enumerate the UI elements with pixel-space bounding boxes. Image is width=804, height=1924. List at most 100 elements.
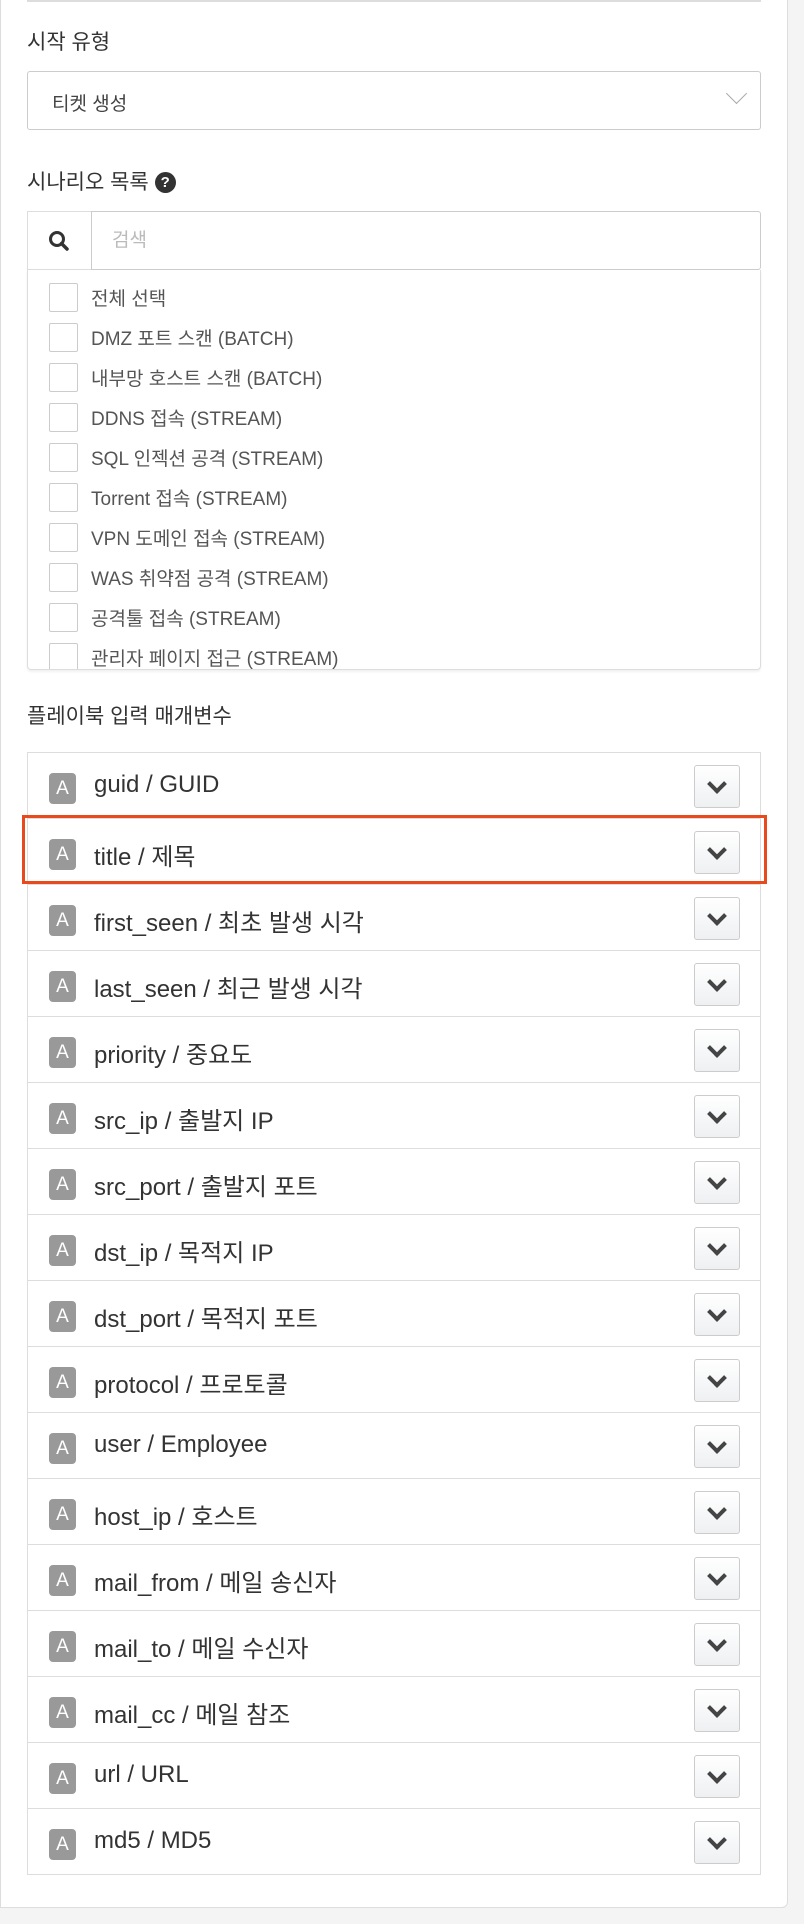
scenario-item-label: SQL 인젝션 공격 (STREAM) (91, 448, 324, 470)
param-row: Amail_from / 메일 송신자 (28, 1545, 760, 1611)
chevron-down-icon (707, 1500, 727, 1520)
expand-button[interactable] (694, 1755, 740, 1798)
param-row: Adst_ip / 목적지 IP (28, 1215, 760, 1281)
divider (27, 0, 761, 2)
type-badge: A (49, 1433, 76, 1464)
type-badge: A (49, 1301, 76, 1332)
expand-button[interactable] (694, 1557, 740, 1600)
search-input[interactable] (91, 211, 761, 270)
expand-button[interactable] (694, 1689, 740, 1732)
type-badge: A (49, 1631, 76, 1662)
chevron-down-icon (725, 82, 748, 105)
chevron-down-icon (707, 1236, 727, 1256)
chevron-down-icon (707, 1830, 727, 1850)
param-row: Alast_seen / 최근 발생 시각 (28, 951, 760, 1017)
scenario-list-title: 시나리오 목록 (27, 171, 149, 194)
scenario-item[interactable]: 공격툴 접속 (STREAM) (49, 597, 281, 637)
playbook-params-table: Aguid / GUID Atitle / 제목 Afirst_seen / 최초 … (27, 752, 761, 1875)
param-name: dst_ip / 목적지 IP (94, 1240, 274, 1267)
scenario-item[interactable]: 관리자 페이지 접근 (STREAM) (49, 637, 339, 670)
param-row: Amail_to / 메일 수신자 (28, 1611, 760, 1677)
expand-button[interactable] (694, 1095, 740, 1138)
param-name: url / URL (94, 1761, 189, 1788)
param-row: Aprotocol / 프로토콜 (28, 1347, 760, 1413)
expand-button[interactable] (694, 963, 740, 1006)
param-name: user / Employee (94, 1431, 268, 1458)
param-name: host_ip / 호스트 (94, 1504, 258, 1531)
chevron-down-icon (707, 972, 727, 992)
param-row: Aguid / GUID (28, 753, 760, 819)
start-type-select[interactable]: 티켓 생성 (27, 71, 761, 130)
type-badge: A (49, 773, 76, 804)
scenario-item-label: 공격툴 접속 (STREAM) (91, 608, 281, 630)
scenario-item-label: 내부망 호스트 스캔 (BATCH) (91, 368, 323, 390)
checkbox[interactable] (49, 562, 78, 592)
scenario-item[interactable]: WAS 취약점 공격 (STREAM) (49, 557, 329, 597)
expand-button[interactable] (694, 1359, 740, 1402)
param-name: guid / GUID (94, 771, 220, 798)
chevron-down-icon (707, 1566, 727, 1586)
param-row: Atitle / 제목 (28, 819, 760, 885)
param-name: dst_port / 목적지 포트 (94, 1306, 318, 1333)
scenario-item[interactable]: 전체 선택 (49, 277, 166, 317)
scenario-item[interactable]: Torrent 접속 (STREAM) (49, 477, 287, 517)
scenario-item-label: DMZ 포트 스캔 (BATCH) (91, 328, 294, 350)
expand-button[interactable] (694, 1623, 740, 1666)
checkbox[interactable] (49, 522, 78, 552)
type-badge: A (49, 1565, 76, 1596)
param-name: first_seen / 최초 발생 시각 (94, 910, 364, 937)
expand-button[interactable] (694, 831, 740, 874)
checkbox[interactable] (49, 602, 78, 632)
scenario-item[interactable]: SQL 인젝션 공격 (STREAM) (49, 437, 323, 477)
param-name: priority / 중요도 (94, 1042, 253, 1069)
scenario-item[interactable]: DDNS 접속 (STREAM) (49, 397, 282, 437)
start-type-value: 티켓 생성 (52, 94, 128, 115)
expand-button[interactable] (694, 1821, 740, 1864)
chevron-down-icon (707, 1302, 727, 1322)
scenario-item[interactable]: 내부망 호스트 스캔 (BATCH) (49, 357, 322, 397)
checkbox[interactable] (49, 322, 78, 352)
scenario-list[interactable]: 전체 선택 DMZ 포트 스캔 (BATCH) 내부망 호스트 스캔 (BATCH)… (27, 270, 761, 670)
scenario-item-label: 관리자 페이지 접근 (STREAM) (91, 648, 339, 670)
scenario-item[interactable]: DMZ 포트 스캔 (BATCH) (49, 317, 294, 357)
question-circle-icon[interactable]: ? (154, 172, 176, 193)
chevron-down-icon (707, 1038, 727, 1058)
type-badge: A (49, 1169, 76, 1200)
expand-button[interactable] (694, 1293, 740, 1336)
param-row: Afirst_seen / 최초 발생 시각 (28, 885, 760, 951)
type-badge: A (49, 1103, 76, 1134)
param-name: last_seen / 최근 발생 시각 (94, 976, 363, 1003)
param-name: src_port / 출발지 포트 (94, 1174, 318, 1201)
param-row: Aurl / URL (28, 1743, 760, 1809)
checkbox[interactable] (49, 402, 78, 432)
checkbox[interactable] (49, 282, 78, 312)
param-row: Amail_cc / 메일 참조 (28, 1677, 760, 1743)
type-badge: A (49, 1037, 76, 1068)
checkbox[interactable] (49, 442, 78, 472)
scenario-search (27, 211, 761, 270)
expand-button[interactable] (694, 1227, 740, 1270)
type-badge: A (49, 1697, 76, 1728)
param-name: mail_from / 메일 송신자 (94, 1570, 337, 1597)
search-addon (27, 211, 91, 270)
chevron-down-icon (707, 1170, 727, 1190)
expand-button[interactable] (694, 765, 740, 808)
expand-button[interactable] (694, 1029, 740, 1072)
scenario-list-label: 시나리오 목록? (27, 166, 176, 196)
checkbox[interactable] (49, 482, 78, 512)
expand-button[interactable] (694, 1425, 740, 1468)
expand-button[interactable] (694, 897, 740, 940)
expand-button[interactable] (694, 1491, 740, 1534)
param-name: protocol / 프로토콜 (94, 1372, 288, 1399)
param-row: Adst_port / 목적지 포트 (28, 1281, 760, 1347)
checkbox[interactable] (49, 642, 78, 669)
chevron-down-icon (707, 1698, 727, 1718)
checkbox[interactable] (49, 362, 78, 392)
param-name: mail_cc / 메일 참조 (94, 1702, 291, 1729)
scenario-item[interactable]: VPN 도메인 접속 (STREAM) (49, 517, 325, 557)
type-badge: A (49, 1829, 76, 1860)
search-icon (49, 231, 69, 251)
chevron-down-icon (707, 1368, 727, 1388)
param-row: Auser / Employee (28, 1413, 760, 1479)
expand-button[interactable] (694, 1161, 740, 1204)
